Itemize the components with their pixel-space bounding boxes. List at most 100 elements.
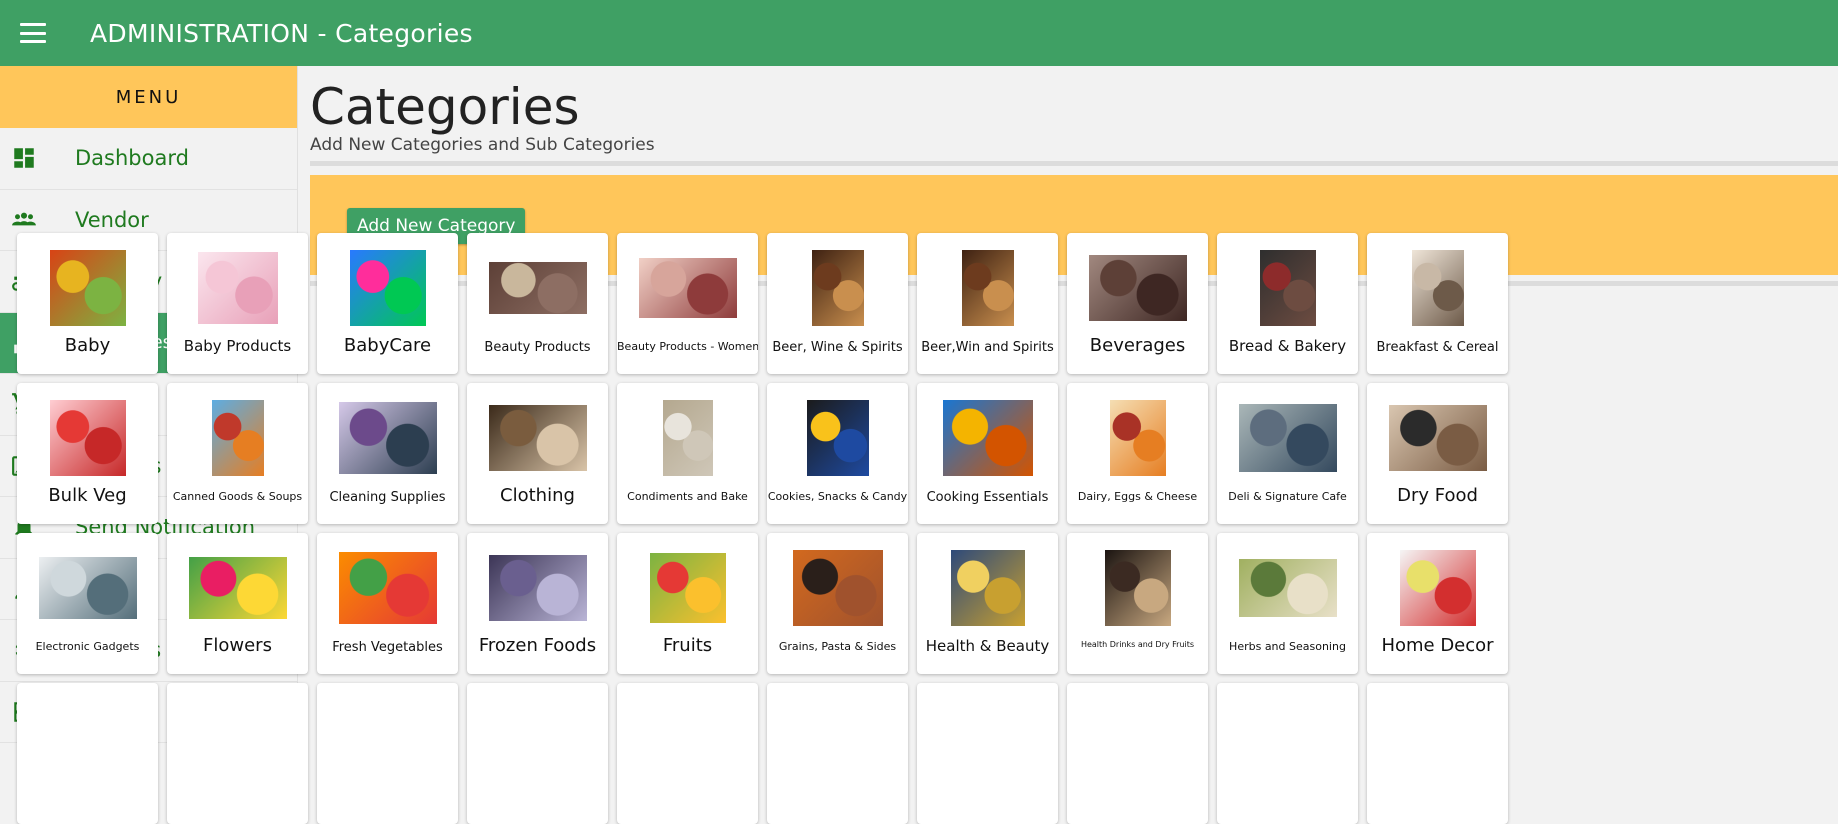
category-image (950, 550, 1025, 626)
category-label: Grains, Pasta & Sides (778, 640, 897, 653)
category-card[interactable] (1367, 683, 1508, 824)
category-card[interactable]: Beauty Products - Women (617, 233, 758, 374)
category-card[interactable]: Herbs and Seasoning (1217, 533, 1358, 674)
category-card[interactable]: Bread & Bakery (1217, 233, 1358, 374)
category-card[interactable]: Dairy, Eggs & Cheese (1067, 383, 1208, 524)
page-title: Categories (310, 78, 580, 136)
category-card[interactable]: Grains, Pasta & Sides (767, 533, 908, 674)
category-image (1238, 559, 1337, 617)
category-card[interactable] (1067, 683, 1208, 824)
category-label: Bulk Veg (48, 485, 127, 506)
category-label: Health Drinks and Dry Fruits (1080, 640, 1195, 649)
category-card[interactable] (17, 683, 158, 824)
category-label: Fresh Vegetables (332, 640, 443, 655)
category-label: Cleaning Supplies (329, 490, 446, 505)
category-card[interactable] (617, 683, 758, 824)
category-card[interactable]: Deli & Signature Cafe (1217, 383, 1358, 524)
app-title: ADMINISTRATION - Categories (90, 18, 473, 48)
category-card[interactable] (767, 683, 908, 824)
category-image (792, 550, 883, 626)
category-image (806, 400, 869, 476)
hamburger-menu-icon[interactable] (20, 23, 46, 43)
category-image (1411, 250, 1464, 326)
category-label: Condiments and Bake (627, 490, 748, 503)
category-label: Herbs and Seasoning (1229, 640, 1346, 653)
category-card[interactable] (317, 683, 458, 824)
category-card[interactable] (467, 683, 608, 824)
category-card[interactable] (167, 683, 308, 824)
category-card[interactable]: Cookies, Snacks & Candy (767, 383, 908, 524)
dashboard-icon (0, 145, 75, 171)
category-label: Beer,Win and Spirits (921, 340, 1054, 355)
category-card[interactable]: Cooking Essentials (917, 383, 1058, 524)
category-image (49, 400, 126, 476)
sidebar-item-label: Dashboard (75, 146, 189, 171)
category-label: Clothing (500, 485, 575, 506)
category-label: Beer, Wine & Spirits (772, 340, 903, 355)
category-card[interactable]: Electronic Gadgets (17, 533, 158, 674)
category-label: Bread & Bakery (1228, 337, 1347, 355)
category-card[interactable]: Beer, Wine & Spirits (767, 233, 908, 374)
category-card[interactable]: Frozen Foods (467, 533, 608, 674)
category-label: BabyCare (343, 335, 432, 356)
category-card[interactable]: Beauty Products (467, 233, 608, 374)
category-image (188, 557, 287, 619)
category-card[interactable]: Beverages (1067, 233, 1208, 374)
category-label: Baby Products (183, 337, 292, 355)
category-image (338, 402, 437, 474)
category-image (38, 557, 137, 619)
category-image (942, 400, 1033, 476)
sidebar-item-dashboard[interactable]: Dashboard (0, 128, 297, 190)
page-subtitle: Add New Categories and Sub Categories (310, 135, 655, 155)
category-card[interactable]: Dry Food (1367, 383, 1508, 524)
category-label: Flowers (203, 635, 272, 656)
category-label: Beverages (1089, 335, 1186, 356)
category-card[interactable]: Clothing (467, 383, 608, 524)
category-image (1259, 250, 1316, 326)
category-card[interactable]: Beer,Win and Spirits (917, 233, 1058, 374)
sidebar-item-label: Vendor (75, 207, 149, 232)
category-label: Dry Food (1397, 485, 1478, 506)
category-card[interactable]: Cleaning Supplies (317, 383, 458, 524)
category-image (1399, 550, 1476, 626)
category-card[interactable]: Fruits (617, 533, 758, 674)
category-card[interactable] (1217, 683, 1358, 824)
category-image (961, 250, 1014, 326)
category-card[interactable]: Baby (17, 233, 158, 374)
category-card[interactable]: Flowers (167, 533, 308, 674)
category-image (349, 250, 426, 326)
category-label: Canned Goods & Soups (172, 490, 303, 503)
category-label: Baby (64, 335, 111, 356)
category-card[interactable]: Home Decor (1367, 533, 1508, 674)
category-card[interactable]: Breakfast & Cereal (1367, 233, 1508, 374)
category-card[interactable] (917, 683, 1058, 824)
category-label: Dairy, Eggs & Cheese (1077, 490, 1198, 503)
category-image (1109, 400, 1166, 476)
category-image (1088, 255, 1187, 321)
category-image (197, 252, 278, 324)
category-card[interactable]: Condiments and Bake (617, 383, 758, 524)
category-image (211, 400, 264, 476)
category-label: Cooking Essentials (926, 490, 1049, 505)
divider (310, 161, 1838, 166)
category-card[interactable]: Bulk Veg (17, 383, 158, 524)
category-card[interactable]: Fresh Vegetables (317, 533, 458, 674)
category-label: Frozen Foods (478, 635, 597, 656)
category-card[interactable]: Canned Goods & Soups (167, 383, 308, 524)
category-image (811, 250, 864, 326)
category-image (1388, 405, 1487, 471)
category-label: Home Decor (1381, 635, 1494, 656)
category-label: Fruits (662, 635, 713, 656)
category-image (662, 400, 713, 476)
category-card[interactable]: Health Drinks and Dry Fruits (1067, 533, 1208, 674)
category-image (338, 552, 437, 624)
category-image (1104, 550, 1171, 626)
category-card[interactable]: Health & Beauty (917, 533, 1058, 674)
category-label: Electronic Gadgets (35, 640, 140, 653)
category-card[interactable]: BabyCare (317, 233, 458, 374)
category-image (638, 258, 737, 318)
category-label: Health & Beauty (925, 637, 1050, 655)
category-label: Breakfast & Cereal (1376, 340, 1499, 355)
category-card[interactable]: Baby Products (167, 233, 308, 374)
category-label: Cookies, Snacks & Candy (767, 490, 908, 503)
